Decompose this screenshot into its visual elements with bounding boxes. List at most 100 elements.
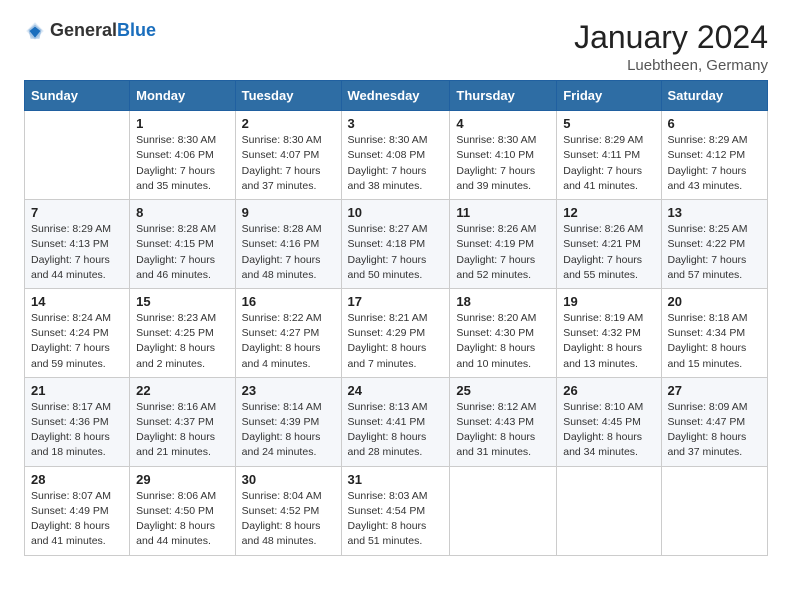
day-info: Sunrise: 8:30 AMSunset: 4:07 PMDaylight:… <box>242 133 335 194</box>
day-info: Sunrise: 8:04 AMSunset: 4:52 PMDaylight:… <box>242 489 335 550</box>
day-number: 12 <box>563 205 654 220</box>
day-info: Sunrise: 8:30 AMSunset: 4:10 PMDaylight:… <box>456 133 550 194</box>
calendar-cell: 8Sunrise: 8:28 AMSunset: 4:15 PMDaylight… <box>130 200 235 289</box>
calendar-cell: 17Sunrise: 8:21 AMSunset: 4:29 PMDayligh… <box>341 288 450 377</box>
calendar-cell: 9Sunrise: 8:28 AMSunset: 4:16 PMDaylight… <box>235 200 341 289</box>
day-number: 19 <box>563 294 654 309</box>
calendar-cell: 28 Sunrise: 8:07 AMSunset: 4:49 PMDayligh… <box>25 466 130 555</box>
day-number: 28 <box>31 472 123 487</box>
calendar-cell: 30Sunrise: 8:04 AMSunset: 4:52 PMDayligh… <box>235 466 341 555</box>
day-info: Sunrise: 8:28 AMSunset: 4:16 PMDaylight:… <box>242 222 335 283</box>
calendar-subtitle: Luebtheen, Germany <box>574 57 768 74</box>
day-number: 25 <box>456 383 550 398</box>
calendar-cell: 13 Sunrise: 8:25 AMSunset: 4:22 PMDayligh… <box>661 200 768 289</box>
calendar-cell: 15 Sunrise: 8:23 AMSunset: 4:25 PMDayligh… <box>130 288 235 377</box>
day-number: 23 <box>242 383 335 398</box>
calendar-title: January 2024 <box>574 20 768 55</box>
week-row-2: 7Sunrise: 8:29 AMSunset: 4:13 PMDaylight… <box>25 200 768 289</box>
week-row-4: 21 Sunrise: 8:17 AMSunset: 4:36 PMDayligh… <box>25 377 768 466</box>
calendar-cell: 5Sunrise: 8:29 AMSunset: 4:11 PMDaylight… <box>557 111 661 200</box>
calendar-cell: 25 Sunrise: 8:12 AMSunset: 4:43 PMDayligh… <box>450 377 557 466</box>
calendar-cell: 7Sunrise: 8:29 AMSunset: 4:13 PMDaylight… <box>25 200 130 289</box>
day-number: 24 <box>348 383 444 398</box>
day-info: Sunrise: 8:09 AMSunset: 4:47 PMDaylight:… <box>668 400 762 461</box>
calendar-table: SundayMondayTuesdayWednesdayThursdayFrid… <box>24 80 768 555</box>
day-info: Sunrise: 8:22 AMSunset: 4:27 PMDaylight:… <box>242 311 335 372</box>
day-number: 20 <box>668 294 762 309</box>
day-number: 8 <box>136 205 228 220</box>
day-number: 18 <box>456 294 550 309</box>
calendar-cell: 3Sunrise: 8:30 AMSunset: 4:08 PMDaylight… <box>341 111 450 200</box>
day-number: 26 <box>563 383 654 398</box>
day-info: Sunrise: 8:23 AMSunset: 4:25 PMDaylight:… <box>136 311 228 372</box>
day-number: 1 <box>136 116 228 131</box>
day-info: Sunrise: 8:06 AMSunset: 4:50 PMDaylight:… <box>136 489 228 550</box>
calendar-cell: 29 Sunrise: 8:06 AMSunset: 4:50 PMDayligh… <box>130 466 235 555</box>
calendar-cell: 19 Sunrise: 8:19 AMSunset: 4:32 PMDayligh… <box>557 288 661 377</box>
day-number: 31 <box>348 472 444 487</box>
logo-icon <box>24 20 46 42</box>
day-number: 22 <box>136 383 228 398</box>
day-info: Sunrise: 8:29 AMSunset: 4:13 PMDaylight:… <box>31 222 123 283</box>
day-number: 29 <box>136 472 228 487</box>
day-info: Sunrise: 8:18 AMSunset: 4:34 PMDaylight:… <box>668 311 762 372</box>
day-number: 10 <box>348 205 444 220</box>
column-header-saturday: Saturday <box>661 81 768 111</box>
day-number: 15 <box>136 294 228 309</box>
day-info: Sunrise: 8:21 AMSunset: 4:29 PMDaylight:… <box>348 311 444 372</box>
column-header-monday: Monday <box>130 81 235 111</box>
logo: GeneralBlue <box>24 20 156 42</box>
day-number: 11 <box>456 205 550 220</box>
calendar-cell: 22 Sunrise: 8:16 AMSunset: 4:37 PMDayligh… <box>130 377 235 466</box>
calendar-cell: 12 Sunrise: 8:26 AMSunset: 4:21 PMDayligh… <box>557 200 661 289</box>
day-info: Sunrise: 8:27 AMSunset: 4:18 PMDaylight:… <box>348 222 444 283</box>
week-row-5: 28 Sunrise: 8:07 AMSunset: 4:49 PMDayligh… <box>25 466 768 555</box>
day-info: Sunrise: 8:25 AMSunset: 4:22 PMDaylight:… <box>668 222 762 283</box>
day-info: Sunrise: 8:16 AMSunset: 4:37 PMDaylight:… <box>136 400 228 461</box>
column-header-sunday: Sunday <box>25 81 130 111</box>
calendar-cell: 27 Sunrise: 8:09 AMSunset: 4:47 PMDayligh… <box>661 377 768 466</box>
day-info: Sunrise: 8:26 AMSunset: 4:21 PMDaylight:… <box>563 222 654 283</box>
day-number: 21 <box>31 383 123 398</box>
day-info: Sunrise: 8:24 AMSunset: 4:24 PMDaylight:… <box>31 311 123 372</box>
calendar-cell: 1Sunrise: 8:30 AMSunset: 4:06 PMDaylight… <box>130 111 235 200</box>
day-number: 6 <box>668 116 762 131</box>
day-info: Sunrise: 8:20 AMSunset: 4:30 PMDaylight:… <box>456 311 550 372</box>
week-row-1: 1Sunrise: 8:30 AMSunset: 4:06 PMDaylight… <box>25 111 768 200</box>
logo-text: GeneralBlue <box>50 21 156 41</box>
calendar-cell: 31 Sunrise: 8:03 AMSunset: 4:54 PMDayligh… <box>341 466 450 555</box>
day-number: 2 <box>242 116 335 131</box>
day-number: 13 <box>668 205 762 220</box>
day-info: Sunrise: 8:03 AMSunset: 4:54 PMDaylight:… <box>348 489 444 550</box>
calendar-cell: 4 Sunrise: 8:30 AMSunset: 4:10 PMDaylight… <box>450 111 557 200</box>
calendar-cell: 11 Sunrise: 8:26 AMSunset: 4:19 PMDayligh… <box>450 200 557 289</box>
calendar-cell <box>557 466 661 555</box>
calendar-cell <box>661 466 768 555</box>
calendar-cell: 21 Sunrise: 8:17 AMSunset: 4:36 PMDayligh… <box>25 377 130 466</box>
calendar-cell <box>450 466 557 555</box>
column-header-wednesday: Wednesday <box>341 81 450 111</box>
logo-blue: Blue <box>117 20 156 40</box>
calendar-cell: 18 Sunrise: 8:20 AMSunset: 4:30 PMDayligh… <box>450 288 557 377</box>
day-info: Sunrise: 8:29 AMSunset: 4:12 PMDaylight:… <box>668 133 762 194</box>
calendar-header-row: SundayMondayTuesdayWednesdayThursdayFrid… <box>25 81 768 111</box>
day-info: Sunrise: 8:10 AMSunset: 4:45 PMDaylight:… <box>563 400 654 461</box>
day-info: Sunrise: 8:26 AMSunset: 4:19 PMDaylight:… <box>456 222 550 283</box>
calendar-cell: 10 Sunrise: 8:27 AMSunset: 4:18 PMDayligh… <box>341 200 450 289</box>
day-info: Sunrise: 8:17 AMSunset: 4:36 PMDaylight:… <box>31 400 123 461</box>
calendar-cell: 6 Sunrise: 8:29 AMSunset: 4:12 PMDaylight… <box>661 111 768 200</box>
calendar-cell: 14Sunrise: 8:24 AMSunset: 4:24 PMDayligh… <box>25 288 130 377</box>
day-number: 16 <box>242 294 335 309</box>
day-info: Sunrise: 8:12 AMSunset: 4:43 PMDaylight:… <box>456 400 550 461</box>
day-info: Sunrise: 8:07 AMSunset: 4:49 PMDaylight:… <box>31 489 123 550</box>
day-number: 4 <box>456 116 550 131</box>
calendar-cell: 20 Sunrise: 8:18 AMSunset: 4:34 PMDayligh… <box>661 288 768 377</box>
column-header-thursday: Thursday <box>450 81 557 111</box>
column-header-friday: Friday <box>557 81 661 111</box>
day-number: 27 <box>668 383 762 398</box>
day-info: Sunrise: 8:19 AMSunset: 4:32 PMDaylight:… <box>563 311 654 372</box>
day-info: Sunrise: 8:30 AMSunset: 4:08 PMDaylight:… <box>348 133 444 194</box>
calendar-cell: 23Sunrise: 8:14 AMSunset: 4:39 PMDayligh… <box>235 377 341 466</box>
calendar-cell <box>25 111 130 200</box>
day-info: Sunrise: 8:13 AMSunset: 4:41 PMDaylight:… <box>348 400 444 461</box>
